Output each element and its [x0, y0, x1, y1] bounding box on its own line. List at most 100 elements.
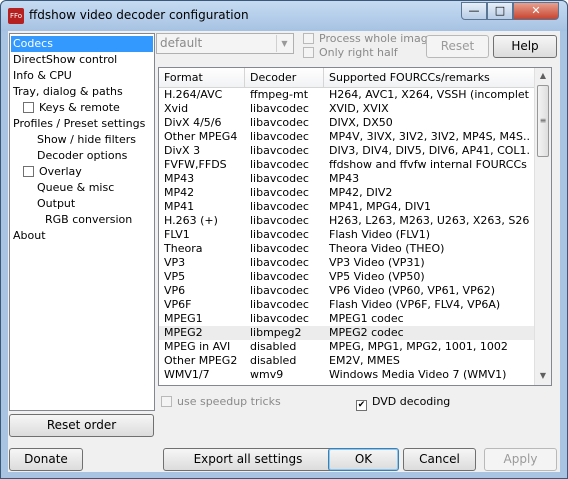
cell-format: MP43	[164, 172, 195, 185]
cell-format: H.264/AVC	[164, 88, 223, 101]
table-row[interactable]: MP41 libavcodec MP41, MPG4, DIV1	[159, 200, 534, 214]
table-row[interactable]: MP42 libavcodec MP42, DIV2	[159, 186, 534, 200]
table-row[interactable]: VP5 libavcodec VP5 Video (VP50)	[159, 270, 534, 284]
cell-fourccs: VP5 Video (VP50)	[329, 270, 425, 283]
table-row[interactable]: FVFW,FFDS libavcodec ffdshow and ffvfw int…	[159, 158, 534, 172]
export-all-settings-button[interactable]: Export all settings	[163, 448, 333, 471]
table-row[interactable]: VP6 libavcodec VP6 Video (VP60, VP61, VP62…	[159, 284, 534, 298]
column-header-fourccs[interactable]: Supported FOURCCs/remarks	[324, 68, 534, 87]
table-row[interactable]: MPEG2 libmpeg2 MPEG2 codec	[159, 326, 534, 340]
process-whole-image-label: Process whole image	[319, 32, 435, 45]
close-button[interactable]: ✕	[513, 2, 559, 20]
overlay-checkbox[interactable]	[23, 166, 34, 177]
cell-format: VP3	[164, 256, 186, 269]
scroll-up-icon[interactable]: ▲	[535, 68, 551, 84]
only-right-half-option[interactable]: Only right half	[303, 46, 398, 59]
cell-format: H.263 (+)	[164, 214, 218, 227]
cell-fourccs: MPEG, MPG1, MPG2, 1001, 1002	[329, 340, 508, 353]
preset-combo[interactable]: default ▼	[156, 33, 294, 54]
cell-fourccs: Theora Video (THEO)	[329, 242, 445, 255]
apply-button[interactable]: Apply	[484, 448, 557, 471]
preset-combo-value: default	[160, 36, 203, 50]
table-header: Format Decoder Supported FOURCCs/remarks	[159, 68, 534, 88]
use-speedup-tricks-checkbox[interactable]	[161, 396, 172, 407]
process-whole-image-option[interactable]: Process whole image	[303, 32, 435, 45]
use-speedup-tricks-option[interactable]: use speedup tricks	[161, 395, 281, 408]
maximize-button[interactable]: □	[487, 2, 513, 20]
cell-fourccs: MPEG1 codec	[329, 312, 404, 325]
sidebar-item-label: RGB conversion	[45, 213, 133, 226]
keys-remote-checkbox[interactable]	[23, 102, 34, 113]
reset-button[interactable]: Reset	[426, 35, 489, 58]
sidebar-item-queue-misc[interactable]: Queue & misc	[37, 180, 114, 196]
donate-button[interactable]: Donate	[9, 448, 83, 471]
window-title: ffdshow video decoder configuration	[29, 8, 249, 22]
sidebar-item-show-hide-filters[interactable]: Show / hide filters	[37, 132, 136, 148]
title-bar[interactable]: FFo ffdshow video decoder configuration …	[1, 1, 567, 31]
sidebar-item-overlay[interactable]: Overlay	[23, 164, 82, 180]
table-row[interactable]: MPEG in AVI disabled MPEG, MPG1, MPG2, 100…	[159, 340, 534, 354]
cell-decoder: ffmpeg-mt	[250, 88, 309, 101]
table-row[interactable]: Other MPEG2 disabled EM2V, MMES	[159, 354, 534, 368]
cell-fourccs: Flash Video (FLV1)	[329, 228, 430, 241]
cell-decoder: libmpeg2	[250, 326, 302, 339]
sidebar-item-rgb-conversion[interactable]: RGB conversion	[45, 212, 132, 228]
sidebar-item-label: Decoder options	[37, 149, 128, 162]
sidebar-item-about[interactable]: About	[13, 228, 46, 244]
sidebar-item-keys-remote[interactable]: Keys & remote	[23, 100, 120, 116]
cell-format: Xvid	[164, 102, 189, 115]
dvd-decoding-option[interactable]: ✔ DVD decoding	[356, 395, 450, 411]
cancel-button[interactable]: Cancel	[403, 448, 476, 471]
sidebar-item-label: About	[13, 229, 46, 242]
sidebar-item-decoder-options[interactable]: Decoder options	[37, 148, 127, 164]
sidebar-item-output[interactable]: Output	[37, 196, 75, 212]
cell-decoder: libavcodec	[250, 228, 309, 241]
cell-fourccs: MPEG2 codec	[329, 326, 404, 339]
table-row[interactable]: VP6F libavcodec Flash Video (VP6F, FLV4, V…	[159, 298, 534, 312]
column-header-format[interactable]: Format	[159, 68, 245, 87]
table-row[interactable]: VP3 libavcodec VP3 Video (VP31)	[159, 256, 534, 270]
sidebar-item-tray-dialog-paths[interactable]: Tray, dialog & paths	[13, 84, 123, 100]
ok-button[interactable]: OK	[328, 448, 399, 471]
vertical-scrollbar[interactable]: ▲ ≡ ▼	[534, 68, 551, 385]
cell-fourccs: MP43	[329, 172, 360, 185]
table-row[interactable]: DivX 4/5/6 libavcodec DIVX, DX50	[159, 116, 534, 130]
table-row[interactable]: Xvid libavcodec XVID, XVIX	[159, 102, 534, 116]
table-row[interactable]: H.264/AVC ffmpeg-mt H264, AVC1, X264, VSSH…	[159, 88, 534, 102]
cell-fourccs: MP4V, 3IVX, 3IV2, 3IV2, MP4S, M4S...	[329, 130, 529, 143]
process-whole-image-checkbox[interactable]	[303, 33, 314, 44]
table-row[interactable]: MPEG1 libavcodec MPEG1 codec	[159, 312, 534, 326]
cell-format: VP6F	[164, 298, 192, 311]
cell-decoder: libavcodec	[250, 270, 309, 283]
reset-order-button[interactable]: Reset order	[9, 414, 154, 437]
table-row[interactable]: DivX 3 libavcodec DIV3, DIV4, DIV5, DIV6, …	[159, 144, 534, 158]
cell-decoder: libavcodec	[250, 256, 309, 269]
column-header-decoder[interactable]: Decoder	[245, 68, 324, 87]
cell-fourccs: H263, L263, M263, U263, X263, S26...	[329, 214, 529, 227]
cell-format: MPEG1	[164, 312, 203, 325]
sidebar-item-directshow-control[interactable]: DirectShow control	[13, 52, 117, 68]
minimize-button[interactable]: —	[461, 2, 487, 20]
scroll-thumb[interactable]: ≡	[537, 85, 549, 157]
sidebar-item-info-cpu[interactable]: Info & CPU	[13, 68, 72, 84]
help-button[interactable]: Help	[493, 35, 557, 58]
table-row[interactable]: FLV1 libavcodec Flash Video (FLV1)	[159, 228, 534, 242]
table-row[interactable]: WMV1/7 wmv9 Windows Media Video 7 (WMV1)	[159, 368, 534, 382]
scroll-down-icon[interactable]: ▼	[535, 368, 551, 384]
sidebar-item-codecs[interactable]: Codecs	[11, 36, 153, 52]
cell-format: VP5	[164, 270, 186, 283]
sidebar-item-profiles-presets[interactable]: Profiles / Preset settings	[13, 116, 145, 132]
only-right-half-checkbox[interactable]	[303, 47, 314, 58]
chevron-down-icon[interactable]: ▼	[276, 35, 292, 52]
dvd-decoding-checkbox[interactable]: ✔	[356, 400, 367, 411]
table-row[interactable]: Other MPEG4 libavcodec MP4V, 3IVX, 3IV2, 3…	[159, 130, 534, 144]
cell-format: Other MPEG4	[164, 130, 238, 143]
cell-fourccs: DIVX, DX50	[329, 116, 393, 129]
table-row[interactable]: MP43 libavcodec MP43	[159, 172, 534, 186]
cell-format: DivX 4/5/6	[164, 116, 222, 129]
table-row[interactable]: H.263 (+) libavcodec H263, L263, M263, U26…	[159, 214, 534, 228]
cell-format: FLV1	[164, 228, 190, 241]
table-row[interactable]: Theora libavcodec Theora Video (THEO)	[159, 242, 534, 256]
sidebar-item-label: Keys & remote	[39, 101, 120, 114]
cell-decoder: libavcodec	[250, 158, 309, 171]
